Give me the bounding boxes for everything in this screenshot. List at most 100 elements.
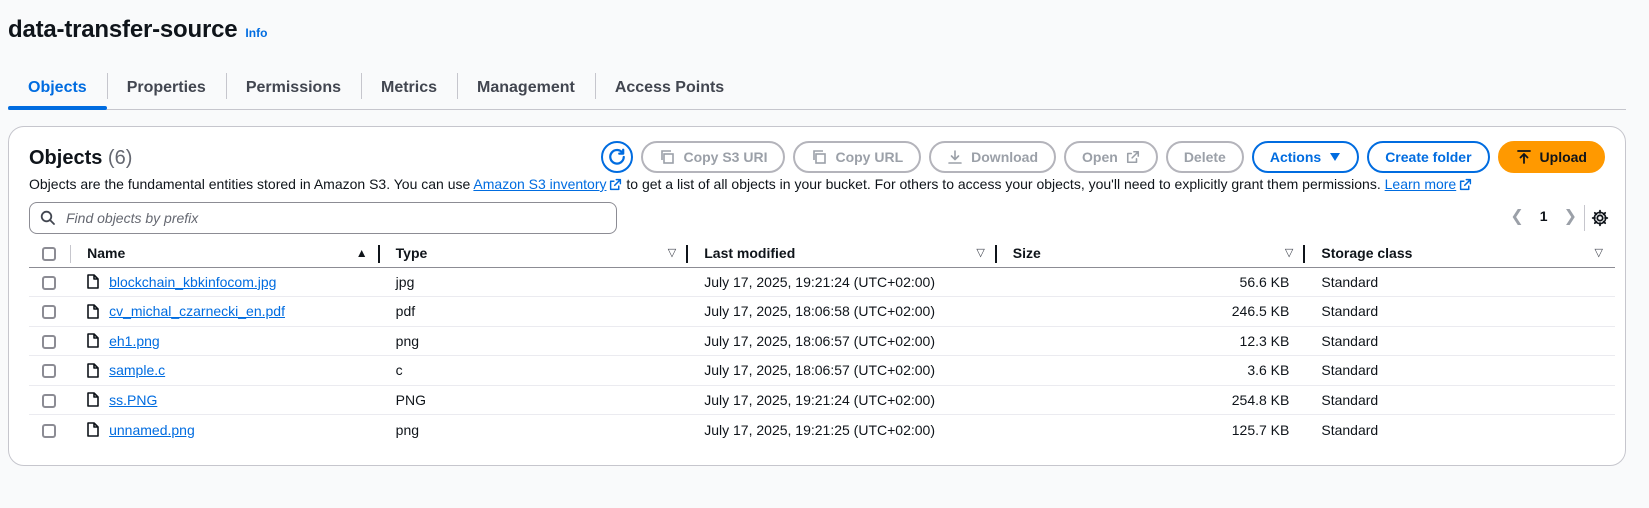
row-checkbox[interactable] — [42, 275, 56, 290]
objects-table: Name ▲ Type ▽ Last modified ▽ Size ▽ Storage… — [29, 239, 1615, 444]
delete-label: Delete — [1183, 149, 1226, 165]
sort-icon[interactable]: ▽ — [1285, 246, 1293, 259]
object-name-link[interactable]: cv_michal_czarnecki_en.pdf — [109, 303, 285, 319]
column-storage-class-label: Storage class — [1321, 244, 1413, 261]
column-last-modified-label: Last modified — [704, 244, 796, 261]
pagination-divider — [1584, 205, 1585, 231]
actions-label: Actions — [1269, 149, 1322, 165]
settings-icon[interactable] — [1591, 209, 1609, 227]
tab-objects[interactable]: Objects — [8, 68, 107, 110]
table-row[interactable]: unnamed.png png July 17, 2025, 19:21:25 … — [29, 415, 1615, 445]
next-page-icon[interactable]: ❯ — [1564, 206, 1577, 226]
sort-icon[interactable]: ▽ — [976, 246, 984, 259]
table-row[interactable]: sample.c c July 17, 2025, 18:06:57 (UTC+… — [29, 355, 1615, 386]
objects-container: Objects (6) Copy S3 URI Copy URL Downloa… — [8, 126, 1626, 466]
column-header-name[interactable]: Name ▲ — [71, 239, 380, 268]
tab-management[interactable]: Management — [457, 68, 595, 108]
column-header-size[interactable]: Size ▽ — [996, 239, 1306, 268]
object-name-link[interactable]: blockchain_kbkinfocom.jpg — [109, 274, 276, 290]
row-checkbox[interactable] — [42, 423, 56, 438]
object-type: jpg — [379, 267, 689, 297]
objects-heading-label: Objects — [29, 147, 103, 169]
object-storage-class: Standard — [1321, 421, 1379, 438]
objects-heading: Objects (6) — [29, 147, 132, 170]
refresh-button[interactable] — [601, 141, 634, 173]
delete-button[interactable]: Delete — [1165, 141, 1244, 173]
object-storage-class: Standard — [1305, 296, 1615, 327]
copy-s3-uri-label: Copy S3 URI — [683, 149, 768, 165]
copy-s3-uri-button[interactable]: Copy S3 URI — [641, 141, 786, 173]
object-name-link[interactable]: unnamed.png — [109, 422, 195, 438]
object-type: PNG — [379, 385, 689, 415]
select-all-checkbox[interactable] — [42, 246, 56, 261]
sort-icon[interactable]: ▽ — [668, 246, 676, 259]
object-type: png — [395, 421, 420, 438]
learn-more-link[interactable]: Learn more — [1385, 176, 1457, 192]
open-button[interactable]: Open — [1064, 141, 1158, 173]
object-size: 246.5 KB — [996, 296, 1306, 327]
row-checkbox[interactable] — [42, 393, 56, 408]
tab-properties[interactable]: Properties — [106, 68, 226, 108]
external-link-icon — [1126, 150, 1139, 164]
column-type-label: Type — [395, 244, 428, 261]
column-size-label: Size — [1012, 244, 1041, 261]
info-link[interactable]: Info — [245, 26, 267, 40]
search-input[interactable] — [64, 209, 584, 227]
sort-icon[interactable]: ▽ — [1595, 246, 1603, 259]
object-storage-class: Standard — [1305, 385, 1615, 415]
object-storage-class: Standard — [1305, 355, 1615, 386]
file-icon — [87, 303, 99, 319]
s3-inventory-link[interactable]: Amazon S3 inventory — [473, 176, 606, 192]
search-field[interactable] — [29, 202, 617, 234]
upload-label: Upload — [1539, 149, 1587, 165]
sort-ascending-icon[interactable]: ▲ — [356, 246, 368, 260]
objects-count: (6) — [107, 147, 133, 169]
row-checkbox[interactable] — [42, 334, 56, 349]
table-row[interactable]: cv_michal_czarnecki_en.pdf pdf July 17, … — [29, 296, 1615, 327]
object-name-link[interactable]: ss.PNG — [109, 392, 157, 408]
table-header-row: Name ▲ Type ▽ Last modified ▽ Size ▽ Storage… — [29, 239, 1615, 268]
object-last-modified: July 17, 2025, 18:06:57 (UTC+02:00) — [688, 355, 997, 386]
description-text-2: to get a list of all objects in your buc… — [622, 176, 1385, 192]
object-last-modified: July 17, 2025, 19:21:24 (UTC+02:00) — [688, 385, 997, 415]
object-last-modified: July 17, 2025, 18:06:57 (UTC+02:00) — [688, 326, 997, 356]
current-page[interactable]: 1 — [1540, 208, 1548, 224]
object-name-link[interactable]: eh1.png — [109, 333, 160, 349]
actions-dropdown-button[interactable]: Actions — [1251, 141, 1360, 173]
pagination: ❮ 1 ❯ — [1510, 206, 1577, 226]
objects-description: Objects are the fundamental entities sto… — [29, 176, 1472, 192]
object-size: 254.8 KB — [996, 385, 1306, 415]
column-header-last-modified[interactable]: Last modified ▽ — [688, 239, 997, 268]
description-text-1: Objects are the fundamental entities sto… — [29, 176, 474, 192]
object-type: c — [379, 355, 689, 386]
prev-page-icon[interactable]: ❮ — [1510, 206, 1523, 226]
refresh-icon — [609, 148, 626, 165]
download-label: Download — [971, 149, 1039, 165]
row-checkbox[interactable] — [42, 364, 56, 379]
table-row[interactable]: ss.PNG PNG July 17, 2025, 19:21:24 (UTC+… — [29, 385, 1615, 415]
object-storage-class: Standard — [1305, 326, 1615, 356]
copy-url-button[interactable]: Copy URL — [793, 141, 922, 173]
table-row[interactable]: eh1.png png July 17, 2025, 18:06:57 (UTC… — [29, 326, 1615, 356]
page-title: data-transfer-source — [8, 16, 238, 43]
download-button[interactable]: Download — [929, 141, 1057, 173]
objects-actions: Copy S3 URI Copy URL Download Open Delet… — [601, 141, 1605, 173]
column-header-type[interactable]: Type ▽ — [379, 239, 689, 268]
column-header-storage-class[interactable]: Storage class ▽ — [1305, 239, 1615, 268]
object-last-modified: July 17, 2025, 19:21:24 (UTC+02:00) — [688, 267, 997, 297]
tab-metrics[interactable]: Metrics — [360, 68, 457, 108]
tab-access-points[interactable]: Access Points — [594, 68, 744, 108]
bucket-tabs: Objects Properties Permissions Metrics M… — [8, 68, 1626, 110]
search-icon — [40, 210, 55, 225]
object-storage-class: Standard — [1305, 267, 1615, 297]
create-folder-button[interactable]: Create folder — [1367, 141, 1490, 173]
open-label: Open — [1082, 149, 1118, 165]
object-name-link[interactable]: sample.c — [109, 362, 165, 378]
copy-icon — [813, 150, 827, 164]
file-icon — [87, 362, 99, 378]
tab-permissions[interactable]: Permissions — [225, 68, 361, 108]
row-checkbox[interactable] — [42, 305, 56, 320]
upload-button[interactable]: Upload — [1497, 141, 1605, 173]
object-last-modified: July 17, 2025, 18:06:58 (UTC+02:00) — [688, 296, 997, 327]
table-row[interactable]: blockchain_kbkinfocom.jpg jpg July 17, 2… — [29, 267, 1615, 297]
